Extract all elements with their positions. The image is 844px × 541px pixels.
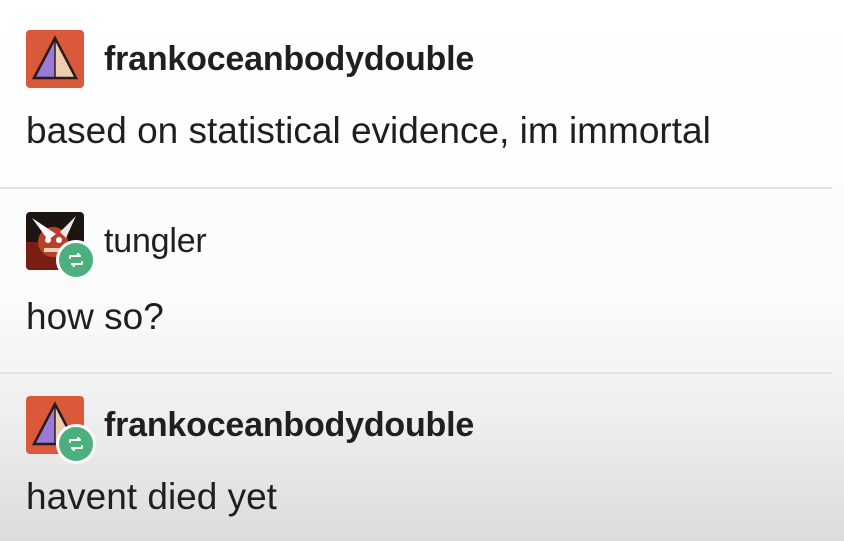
pyramid-avatar-icon <box>26 30 84 88</box>
avatar[interactable] <box>26 30 84 88</box>
post: tungler how so? <box>0 188 844 372</box>
post-header: tungler <box>26 212 207 280</box>
post-text: how so? <box>26 296 164 337</box>
post-text: based on statistical evidence, im immort… <box>26 110 711 151</box>
avatar[interactable] <box>26 396 96 464</box>
username[interactable]: tungler <box>104 222 207 261</box>
post: frankoceanbodydouble havent died yet <box>0 374 844 541</box>
post-text: havent died yet <box>26 476 277 517</box>
reblog-icon <box>56 424 96 464</box>
username[interactable]: frankoceanbodydouble <box>104 40 474 79</box>
username[interactable]: frankoceanbodydouble <box>104 406 474 445</box>
reblog-icon <box>56 240 96 280</box>
post-header: frankoceanbodydouble <box>26 396 474 464</box>
post: frankoceanbodydouble based on statistica… <box>0 0 844 188</box>
post-header: frankoceanbodydouble <box>26 30 474 88</box>
avatar[interactable] <box>26 212 96 280</box>
